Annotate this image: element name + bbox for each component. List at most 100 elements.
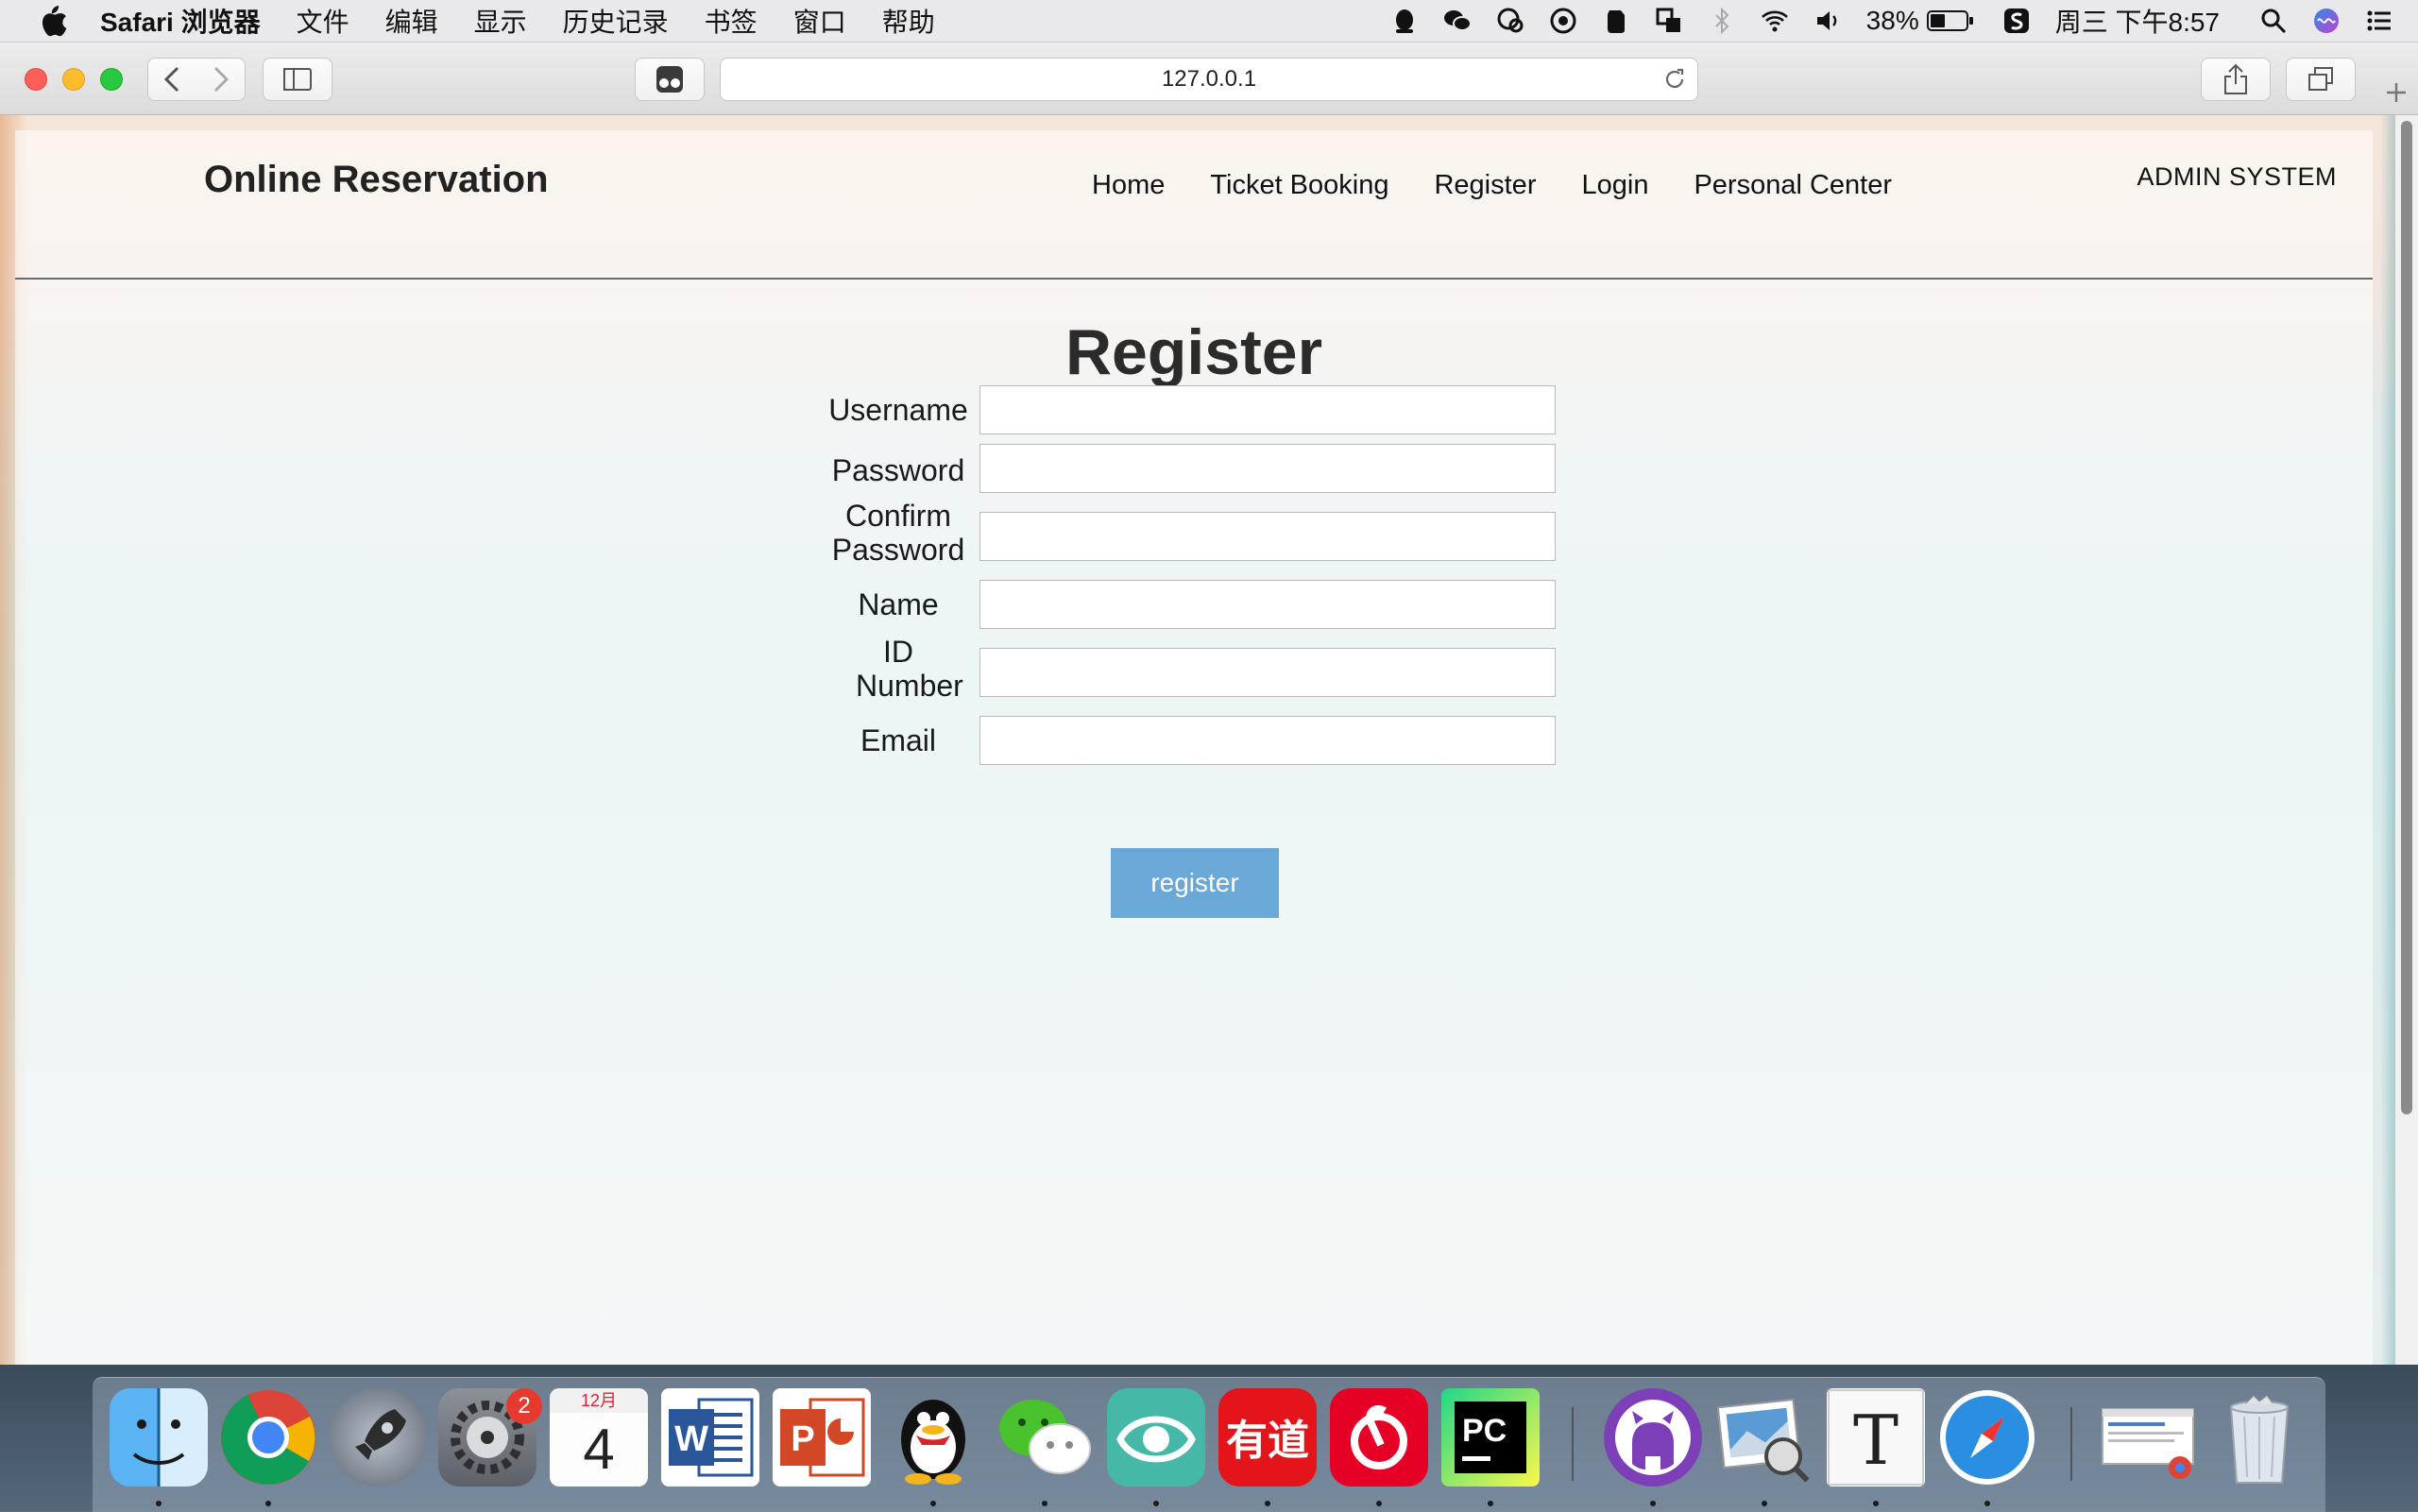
volume-icon[interactable]: [1814, 7, 1842, 35]
plus-icon: [2387, 83, 2406, 102]
pycharm-running-dot: [1488, 1501, 1493, 1506]
reload-icon[interactable]: [1661, 66, 1688, 93]
nav-home[interactable]: Home: [1092, 170, 1165, 201]
chrome-icon[interactable]: [219, 1388, 317, 1487]
menu-window[interactable]: 窗口: [793, 2, 846, 40]
menu-history[interactable]: 历史记录: [563, 2, 669, 40]
preview-running-dot: [1762, 1501, 1767, 1506]
safari-running-dot: [1984, 1501, 1990, 1506]
qq-icon[interactable]: [884, 1388, 982, 1487]
github-desktop-icon[interactable]: [1604, 1388, 1702, 1487]
wechat-status-icon[interactable]: [1443, 7, 1472, 35]
calendar-day: 4: [583, 1418, 615, 1481]
dock-separator-2: [2070, 1407, 2072, 1481]
svg-text:有道: 有道: [1226, 1417, 1309, 1465]
address-bar[interactable]: 127.0.0.1: [720, 58, 1698, 101]
menu-edit[interactable]: 编辑: [385, 2, 438, 40]
pycharm-icon[interactable]: PC: [1441, 1388, 1540, 1487]
launchpad-icon[interactable]: [329, 1388, 427, 1487]
spotlight-search-icon[interactable]: [2259, 7, 2288, 35]
menu-bookmarks[interactable]: 书签: [705, 2, 758, 40]
sidebar-toggle-button[interactable]: [263, 58, 332, 101]
page-title: Register: [1064, 316, 1323, 388]
id-number-label: ID Number: [856, 635, 963, 703]
name-input[interactable]: [979, 580, 1556, 629]
menu-bar: Safari 浏览器 文件 编辑 显示 历史记录 书签 窗口 帮助 38% 周三…: [0, 0, 2418, 42]
typora-icon[interactable]: T: [1827, 1388, 1925, 1487]
window-zoom-button[interactable]: [100, 68, 123, 91]
share-button[interactable]: [2201, 58, 2271, 101]
admin-system-link[interactable]: ADMIN SYSTEM: [2137, 162, 2337, 192]
email-input[interactable]: [979, 716, 1556, 765]
menu-clock[interactable]: 周三 下午8:57: [2055, 2, 2220, 40]
vertical-scrollbar[interactable]: [2395, 115, 2418, 1365]
confirm-password-label: Confirm Password: [831, 499, 965, 567]
siri-icon[interactable]: [2312, 7, 2341, 35]
safari-icon[interactable]: [1938, 1388, 2036, 1487]
apple-menu-icon[interactable]: [38, 4, 68, 38]
calendar-icon[interactable]: 12月 4: [550, 1388, 648, 1487]
sync-status-icon[interactable]: [1549, 7, 1577, 35]
password-input[interactable]: [979, 444, 1556, 493]
nav-login[interactable]: Login: [1581, 170, 1648, 201]
netease-music-icon[interactable]: [1330, 1388, 1428, 1487]
notification-badge: 2: [506, 1388, 542, 1424]
bluetooth-icon[interactable]: [1708, 7, 1736, 35]
browser-toolbar: 127.0.0.1: [0, 42, 2418, 115]
site-title[interactable]: Online Reservation: [204, 159, 549, 201]
notification-center-icon[interactable]: [2365, 7, 2393, 35]
preview-icon[interactable]: [1715, 1388, 1814, 1487]
wifi-icon[interactable]: [1761, 7, 1789, 35]
qq-status-icon[interactable]: [1390, 7, 1419, 35]
menu-help[interactable]: 帮助: [882, 2, 935, 40]
confirm-password-input[interactable]: [979, 512, 1556, 561]
header-divider: [15, 278, 2373, 280]
battery-percentage: 38%: [1865, 6, 1919, 35]
extension-icon: [656, 66, 683, 93]
netease-running-dot: [1376, 1501, 1382, 1506]
chat-bubble-status-icon[interactable]: [1496, 7, 1524, 35]
show-tabs-button[interactable]: [2286, 58, 2356, 101]
trash-icon[interactable]: [2210, 1388, 2308, 1487]
eye-app-icon[interactable]: [1107, 1388, 1205, 1487]
wechat-icon[interactable]: [996, 1388, 1094, 1487]
scrollbar-thumb[interactable]: [2401, 121, 2412, 1114]
evernote-status-icon[interactable]: [1602, 7, 1630, 35]
window-switch-status-icon[interactable]: [1655, 7, 1683, 35]
svg-text:PC: PC: [1462, 1413, 1507, 1449]
powerpoint-icon[interactable]: P: [773, 1388, 871, 1487]
nav-personal-center[interactable]: Personal Center: [1694, 170, 1892, 201]
svg-text:W: W: [674, 1419, 708, 1459]
chrome-running-dot: [265, 1501, 271, 1506]
url-text[interactable]: 127.0.0.1: [1162, 66, 1256, 93]
forward-button[interactable]: [196, 60, 244, 98]
menu-app-name[interactable]: Safari 浏览器: [100, 2, 261, 40]
window-close-button[interactable]: [25, 68, 47, 91]
word-icon[interactable]: W: [661, 1388, 759, 1487]
sidebar-icon: [283, 68, 312, 91]
id-number-input[interactable]: [979, 648, 1556, 697]
battery-status[interactable]: 38%: [1866, 6, 1974, 36]
tampermonkey-extension-button[interactable]: [635, 58, 705, 101]
new-tab-button[interactable]: [2375, 71, 2418, 114]
nav-ticket-booking[interactable]: Ticket Booking: [1210, 170, 1388, 201]
username-input[interactable]: [979, 385, 1556, 434]
nav-register[interactable]: Register: [1434, 170, 1536, 201]
password-label: Password: [831, 453, 965, 487]
window-minimize-button[interactable]: [62, 68, 85, 91]
tabs-overview-icon: [2308, 67, 2333, 91]
dock-separator: [1572, 1407, 1574, 1481]
back-button[interactable]: [149, 60, 196, 98]
finder-icon[interactable]: [110, 1388, 208, 1487]
register-button[interactable]: register: [1111, 848, 1279, 918]
github-running-dot: [1650, 1501, 1656, 1506]
site-nav: Home Ticket Booking Register Login Perso…: [1092, 170, 1937, 201]
email-label: Email: [860, 723, 936, 757]
history-navigation: [147, 58, 246, 101]
calendar-month: 12月: [550, 1388, 648, 1413]
sogou-input-icon[interactable]: [2002, 7, 2031, 35]
menu-view[interactable]: 显示: [474, 2, 527, 40]
chrome-window-thumbnail[interactable]: [2099, 1388, 2197, 1487]
youdao-icon[interactable]: 有道: [1218, 1388, 1317, 1487]
menu-file[interactable]: 文件: [297, 2, 349, 40]
